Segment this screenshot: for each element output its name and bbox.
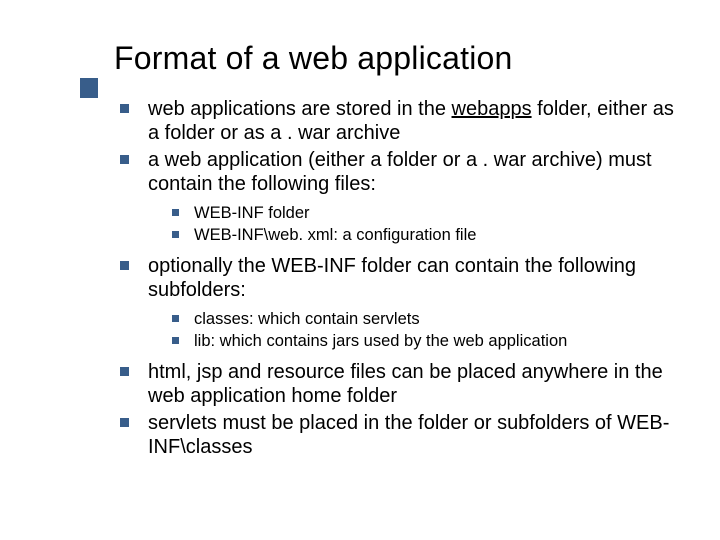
sub-bullet-item: WEB-INF folder: [172, 203, 690, 224]
bullet-item: a web application (either a folder or a …: [120, 148, 690, 246]
slide-title: Format of a web application: [114, 40, 700, 77]
bullet-item: web applications are stored in the webap…: [120, 97, 690, 146]
sub-bullet-item: classes: which contain servlets: [172, 309, 690, 330]
bullet-text: lib: which contains jars used by the web…: [194, 332, 567, 350]
bullet-item: optionally the WEB-INF folder can contai…: [120, 254, 690, 352]
bullet-text: html, jsp and resource files can be plac…: [148, 361, 663, 407]
bullet-text: classes: which contain servlets: [194, 310, 420, 328]
bullet-text: servlets must be placed in the folder or…: [148, 412, 669, 458]
sub-bullet-item: lib: which contains jars used by the web…: [172, 331, 690, 352]
sub-bullet-item: WEB-INF\web. xml: a configuration file: [172, 225, 690, 246]
bullet-text: web applications are stored in the: [148, 98, 452, 120]
bullet-list-level2: classes: which contain servlets lib: whi…: [172, 309, 690, 352]
bullet-text: optionally the WEB-INF folder can contai…: [148, 255, 636, 301]
bullet-item: servlets must be placed in the folder or…: [120, 411, 690, 460]
bullet-text: a web application (either a folder or a …: [148, 149, 652, 195]
title-area: Format of a web application: [20, 40, 700, 77]
underlined-text: webapps: [452, 98, 532, 120]
bullet-list-level1: web applications are stored in the webap…: [120, 97, 690, 459]
bullet-item: html, jsp and resource files can be plac…: [120, 360, 690, 409]
bullet-text: WEB-INF folder: [194, 204, 310, 222]
slide-content: web applications are stored in the webap…: [120, 97, 690, 459]
bullet-list-level2: WEB-INF folder WEB-INF\web. xml: a confi…: [172, 203, 690, 246]
bullet-text: WEB-INF\web. xml: a configuration file: [194, 226, 476, 244]
accent-bar: [80, 78, 98, 98]
